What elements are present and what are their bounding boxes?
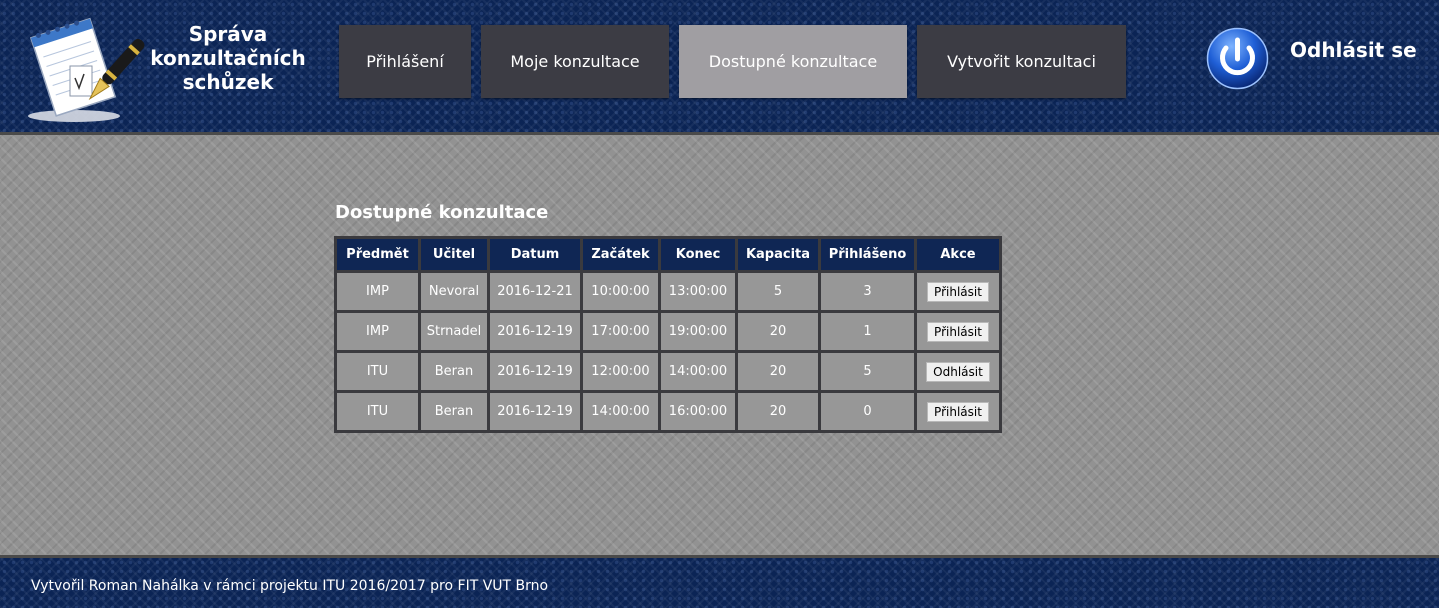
nav-my-consultations[interactable]: Moje konzultace (481, 25, 669, 98)
cell-registered: 0 (818, 390, 917, 433)
cell-start: 10:00:00 (580, 270, 661, 313)
cell-subject: ITU (334, 390, 421, 433)
cell-capacity: 20 (735, 350, 821, 393)
cell-date: 2016-12-19 (487, 310, 583, 353)
cell-capacity: 20 (735, 390, 821, 433)
app-title: Správa konzultačních schůzek (150, 22, 306, 94)
cell-action: Přihlásit (914, 310, 1002, 353)
cell-start: 12:00:00 (580, 350, 661, 393)
cell-capacity: 20 (735, 310, 821, 353)
column-header: Datum (487, 236, 583, 273)
nav-login[interactable]: Přihlášení (339, 25, 471, 98)
cell-teacher: Beran (418, 390, 490, 433)
cell-date: 2016-12-19 (487, 350, 583, 393)
footer-credits: Vytvořil Roman Nahálka v rámci projektu … (31, 578, 549, 594)
cell-start: 14:00:00 (580, 390, 661, 433)
cell-registered: 3 (818, 270, 917, 313)
cell-date: 2016-12-19 (487, 390, 583, 433)
register-button[interactable]: Přihlásit (927, 401, 989, 422)
cell-subject: IMP (334, 310, 421, 353)
notepad-pen-icon (24, 12, 146, 124)
logout-link[interactable]: Odhlásit se (1290, 38, 1417, 62)
header: Správa konzultačních schůzek Přihlášení … (0, 0, 1439, 132)
nav-available-consultations[interactable]: Dostupné konzultace (679, 25, 907, 98)
cell-end: 14:00:00 (658, 350, 738, 393)
column-header: Kapacita (735, 236, 821, 273)
column-header: Předmět (334, 236, 421, 273)
column-header: Přihlášeno (818, 236, 917, 273)
cell-subject: IMP (334, 270, 421, 313)
table-row: IMP Strnadel 2016-12-19 17:00:00 19:00:0… (334, 310, 1002, 353)
table-row: ITU Beran 2016-12-19 14:00:00 16:00:00 2… (334, 390, 1002, 433)
column-header: Začátek (580, 236, 661, 273)
cell-registered: 1 (818, 310, 917, 353)
cell-subject: ITU (334, 350, 421, 393)
cell-date: 2016-12-21 (487, 270, 583, 313)
register-button[interactable]: Přihlásit (927, 321, 989, 342)
cell-action: Odhlásit (914, 350, 1002, 393)
cell-teacher: Strnadel (418, 310, 490, 353)
register-button[interactable]: Přihlásit (927, 281, 989, 302)
page-title: Dostupné konzultace (335, 202, 549, 223)
cell-start: 17:00:00 (580, 310, 661, 353)
column-header: Konec (658, 236, 738, 273)
table-row: IMP Nevoral 2016-12-21 10:00:00 13:00:00… (334, 270, 1002, 313)
cell-registered: 5 (818, 350, 917, 393)
cell-end: 19:00:00 (658, 310, 738, 353)
consultations-table: Předmět Učitel Datum Začátek Konec Kapac… (334, 236, 1002, 433)
cell-capacity: 5 (735, 270, 821, 313)
cell-teacher: Beran (418, 350, 490, 393)
main-content: Dostupné konzultace Předmět Učitel Datum… (0, 135, 1439, 555)
table-header-row: Předmět Učitel Datum Začátek Konec Kapac… (334, 236, 1002, 273)
column-header: Akce (914, 236, 1002, 273)
power-icon[interactable] (1206, 27, 1269, 90)
footer: Vytvořil Roman Nahálka v rámci projektu … (0, 558, 1439, 608)
cell-end: 16:00:00 (658, 390, 738, 433)
cell-end: 13:00:00 (658, 270, 738, 313)
unregister-button[interactable]: Odhlásit (926, 361, 990, 382)
cell-action: Přihlásit (914, 390, 1002, 433)
cell-teacher: Nevoral (418, 270, 490, 313)
nav-create-consultation[interactable]: Vytvořit konzultaci (917, 25, 1126, 98)
cell-action: Přihlásit (914, 270, 1002, 313)
column-header: Učitel (418, 236, 490, 273)
table-row: ITU Beran 2016-12-19 12:00:00 14:00:00 2… (334, 350, 1002, 393)
